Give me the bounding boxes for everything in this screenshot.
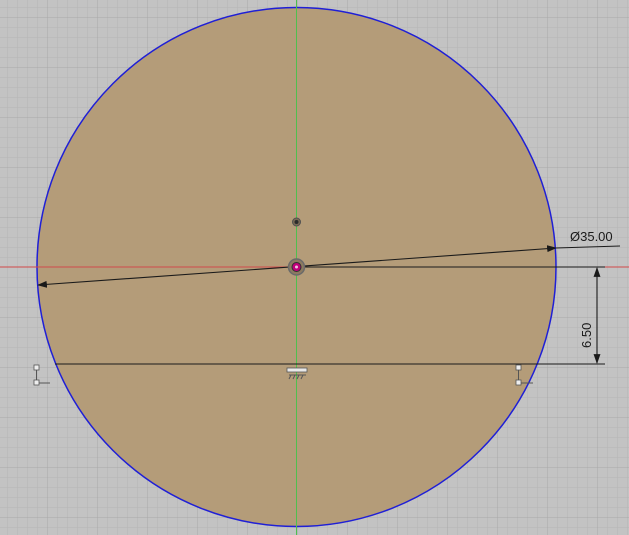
diameter-dimension-label[interactable]: Ø35.00 [570, 229, 613, 244]
center-point[interactable] [287, 258, 306, 276]
sketch-point[interactable] [292, 217, 301, 227]
vertical-dimension-label[interactable]: 6.50 [579, 323, 594, 348]
sketch-canvas[interactable]: Ø35.00 6.50 [0, 0, 629, 535]
